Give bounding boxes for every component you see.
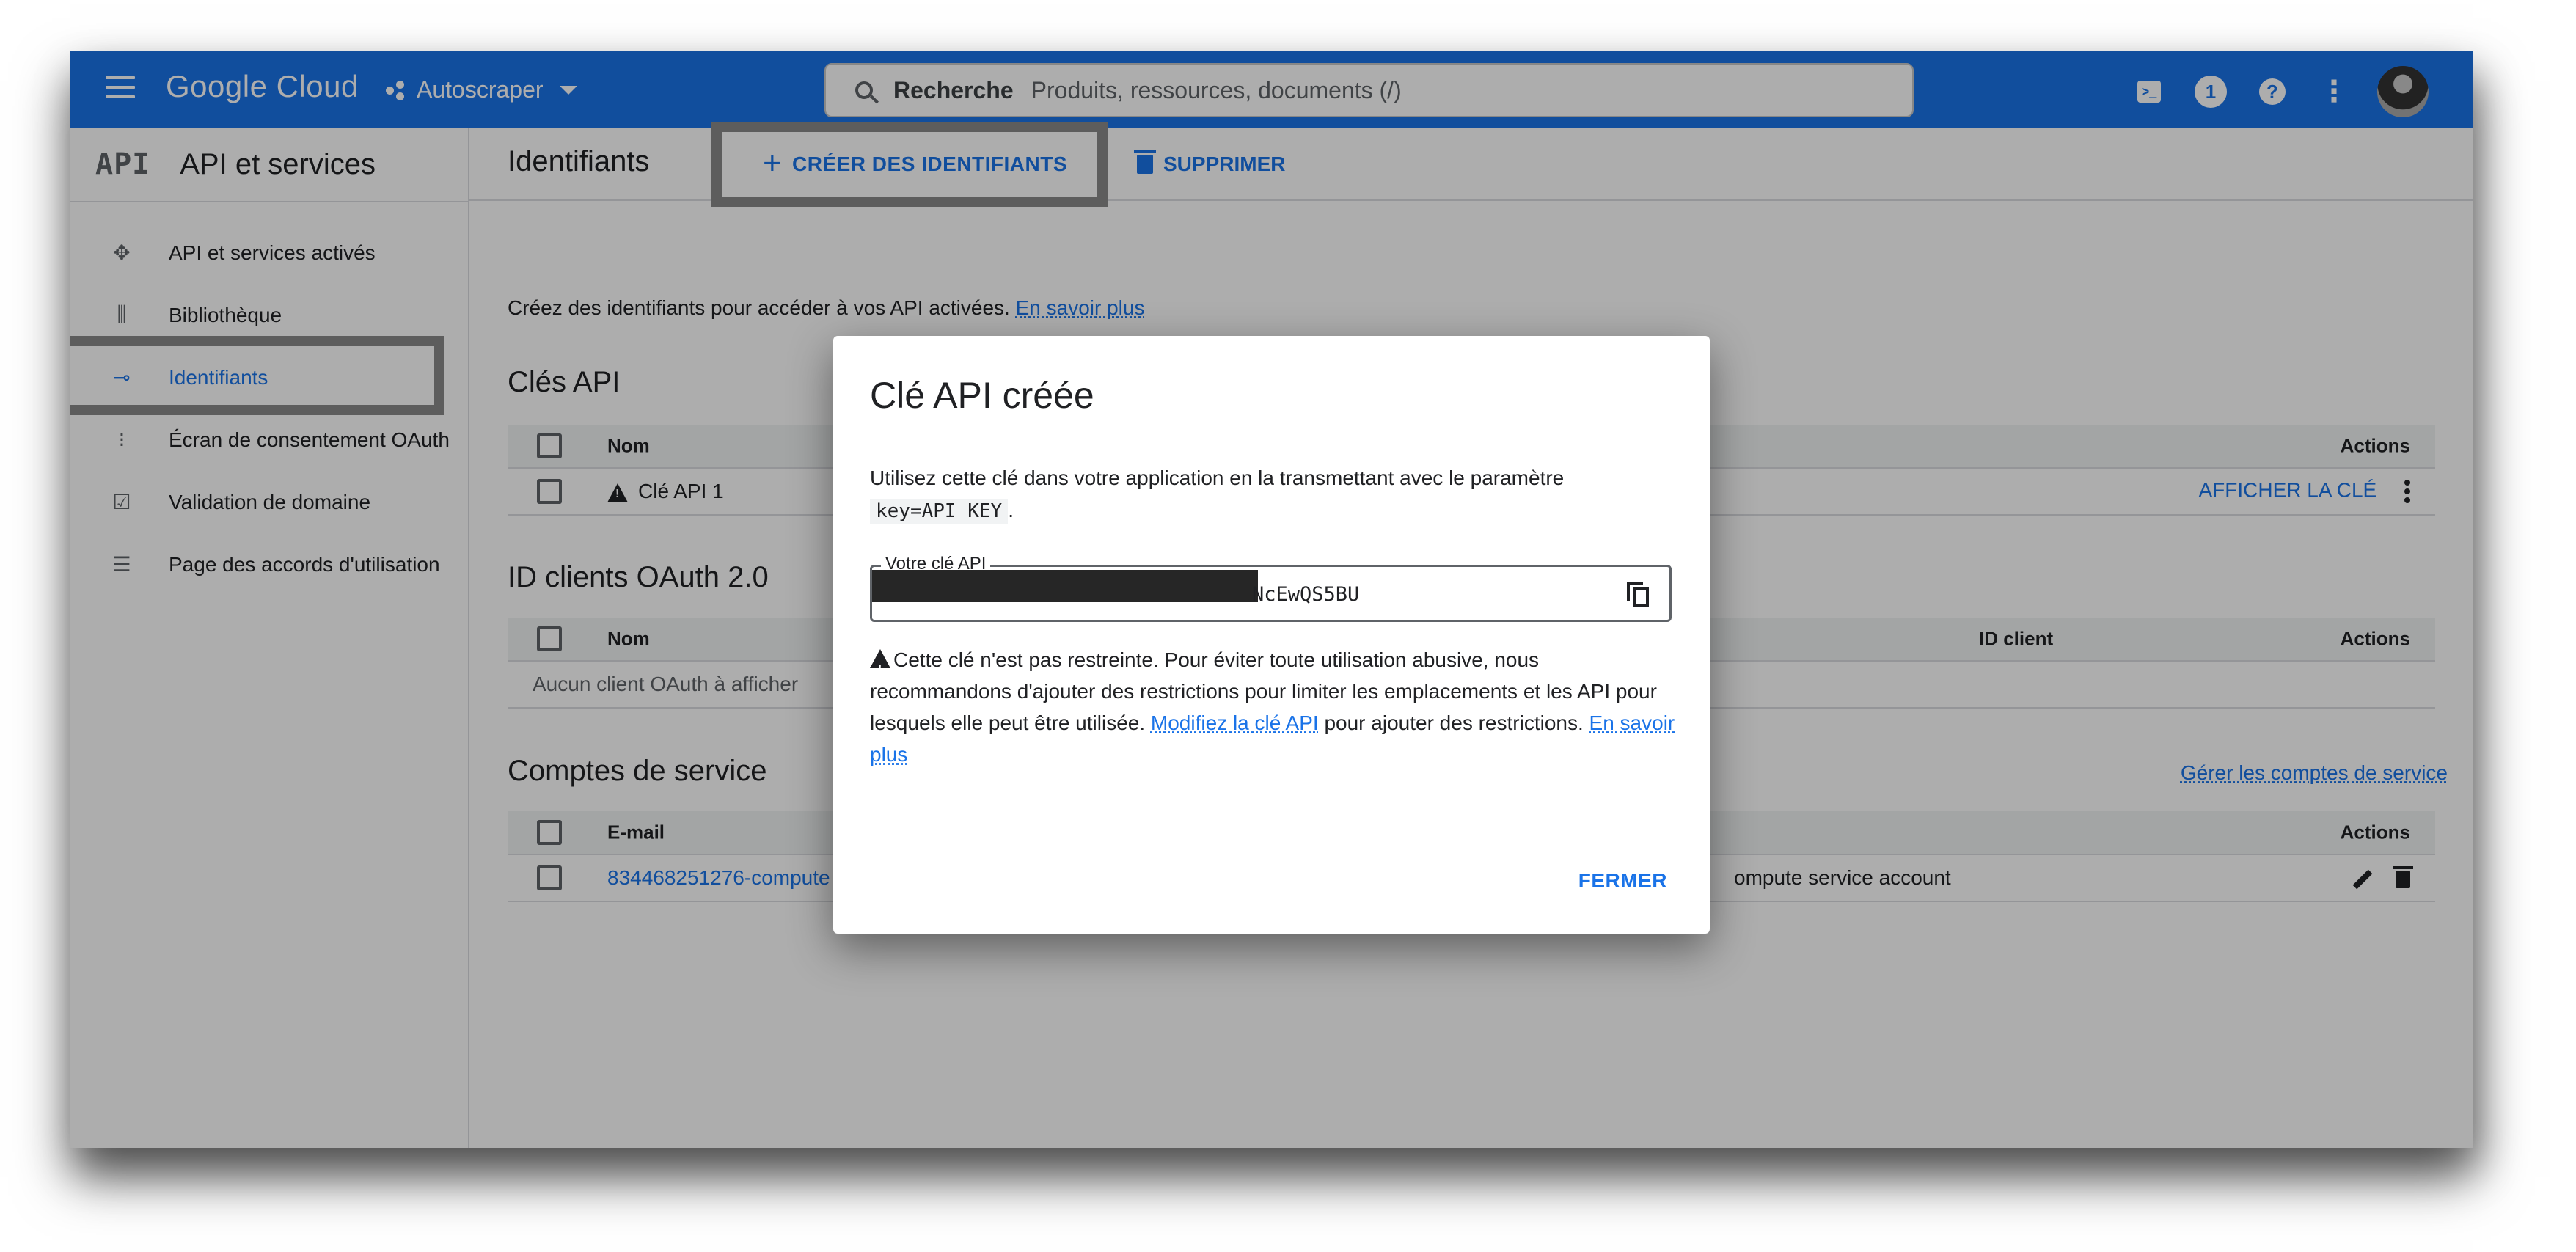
code-snippet: key=API_KEY: [870, 499, 1009, 524]
redaction-bar: [872, 570, 1258, 602]
api-key-created-dialog: Clé API créée Utilisez cette clé dans vo…: [833, 336, 1710, 934]
api-key-value: NcEwQS5BU: [1252, 583, 1360, 606]
dialog-title: Clé API créée: [870, 375, 1094, 416]
screenshot-frame: Google Cloud Autoscraper Recherche Produ…: [70, 51, 2473, 1148]
dialog-text-end: .: [1008, 499, 1014, 521]
dialog-text: Utilisez cette clé dans votre applicatio…: [870, 462, 1677, 527]
dialog-text-body: Utilisez cette clé dans votre applicatio…: [870, 466, 1565, 489]
close-button[interactable]: FERMER: [1578, 869, 1667, 893]
restriction-warning: Cette clé n'est pas restreinte. Pour évi…: [870, 644, 1677, 770]
warning-text-end: pour ajouter des restrictions.: [1324, 711, 1584, 734]
warning-icon: [870, 649, 890, 685]
api-key-field[interactable]: Votre clé API NcEwQS5BU: [870, 554, 1672, 622]
edit-api-key-link[interactable]: Modifiez la clé API: [1151, 711, 1319, 734]
copy-icon[interactable]: [1627, 582, 1652, 608]
